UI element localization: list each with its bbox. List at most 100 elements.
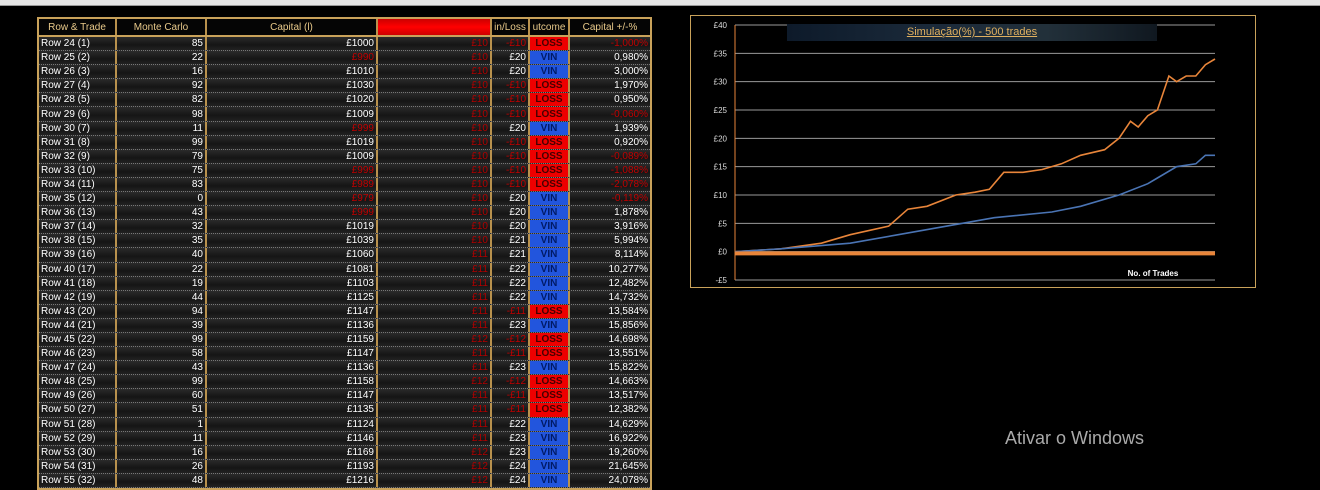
cell-outcome[interactable]: VIN — [530, 290, 570, 304]
cell-stake[interactable]: £10 — [378, 107, 492, 121]
cell-win-loss[interactable]: £22 — [492, 262, 530, 276]
cell-capital[interactable]: £1159 — [207, 332, 378, 347]
cell-capital[interactable]: £1010 — [207, 65, 378, 79]
cell-win-loss[interactable]: -£11 — [492, 403, 530, 417]
cell-win-loss[interactable]: -£10 — [492, 37, 530, 51]
cell-monte-carlo[interactable]: 40 — [117, 248, 207, 262]
cell-monte-carlo[interactable]: 22 — [117, 51, 207, 65]
cell-win-loss[interactable]: £21 — [492, 248, 530, 262]
cell-monte-carlo[interactable]: 48 — [117, 473, 207, 487]
cell-outcome[interactable]: VIN — [530, 206, 570, 220]
cell-capital-pct[interactable]: 21,645% — [570, 460, 650, 473]
cell-stake[interactable]: £10 — [378, 206, 492, 220]
cell-outcome[interactable]: LOSS — [530, 149, 570, 163]
cell-stake[interactable]: £10 — [378, 149, 492, 163]
cell-outcome[interactable]: LOSS — [530, 347, 570, 361]
cell-win-loss[interactable]: £20 — [492, 206, 530, 220]
cell-row-trade[interactable]: Row 41 (18) — [39, 276, 117, 290]
cell-win-loss[interactable]: £23 — [492, 318, 530, 332]
cell-win-loss[interactable]: £22 — [492, 417, 530, 431]
cell-stake[interactable]: £10 — [378, 79, 492, 93]
cell-monte-carlo[interactable]: 83 — [117, 177, 207, 192]
cell-monte-carlo[interactable]: 39 — [117, 318, 207, 332]
cell-outcome[interactable]: VIN — [530, 234, 570, 248]
cell-win-loss[interactable]: £22 — [492, 290, 530, 304]
cell-outcome[interactable]: VIN — [530, 192, 570, 206]
cell-monte-carlo[interactable]: 85 — [117, 37, 207, 51]
cell-row-trade[interactable]: Row 40 (17) — [39, 262, 117, 276]
cell-capital[interactable]: £1216 — [207, 473, 378, 487]
cell-monte-carlo[interactable]: 51 — [117, 403, 207, 417]
cell-capital-pct[interactable]: 14,629% — [570, 418, 650, 431]
cell-capital-pct[interactable]: -2,078% — [570, 178, 650, 191]
cell-win-loss[interactable]: £23 — [492, 361, 530, 375]
chart-title[interactable]: Simulação(%) - 500 trades — [787, 24, 1157, 41]
cell-capital[interactable]: £1136 — [207, 361, 378, 375]
cell-stake[interactable]: £10 — [378, 51, 492, 65]
cell-win-loss[interactable]: £20 — [492, 51, 530, 65]
cell-outcome[interactable]: VIN — [530, 459, 570, 473]
cell-row-trade[interactable]: Row 43 (20) — [39, 304, 117, 318]
cell-capital-pct[interactable]: 14,732% — [570, 291, 650, 304]
cell-monte-carlo[interactable]: 98 — [117, 107, 207, 121]
cell-win-loss[interactable]: -£12 — [492, 332, 530, 347]
cell-win-loss[interactable]: £20 — [492, 121, 530, 135]
cell-win-loss[interactable]: -£10 — [492, 149, 530, 163]
cell-capital[interactable]: £979 — [207, 192, 378, 206]
cell-row-trade[interactable]: Row 32 (9) — [39, 149, 117, 163]
cell-capital[interactable]: £1193 — [207, 459, 378, 473]
cell-capital[interactable]: £1019 — [207, 220, 378, 234]
cell-outcome[interactable]: LOSS — [530, 332, 570, 347]
cell-outcome[interactable]: LOSS — [530, 375, 570, 389]
cell-row-trade[interactable]: Row 24 (1) — [39, 37, 117, 51]
cell-monte-carlo[interactable]: 99 — [117, 375, 207, 389]
cell-outcome[interactable]: VIN — [530, 121, 570, 135]
cell-row-trade[interactable]: Row 31 (8) — [39, 135, 117, 149]
cell-monte-carlo[interactable]: 0 — [117, 192, 207, 206]
cell-outcome[interactable]: VIN — [530, 445, 570, 459]
cell-monte-carlo[interactable]: 60 — [117, 389, 207, 403]
cell-capital[interactable]: £989 — [207, 177, 378, 192]
cell-monte-carlo[interactable]: 19 — [117, 276, 207, 290]
cell-row-trade[interactable]: Row 42 (19) — [39, 290, 117, 304]
cell-monte-carlo[interactable]: 11 — [117, 121, 207, 135]
cell-row-trade[interactable]: Row 52 (29) — [39, 431, 117, 445]
cell-capital[interactable]: £999 — [207, 121, 378, 135]
cell-monte-carlo[interactable]: 22 — [117, 262, 207, 276]
cell-monte-carlo[interactable]: 94 — [117, 304, 207, 318]
cell-stake[interactable]: £12 — [378, 332, 492, 347]
cell-monte-carlo[interactable]: 99 — [117, 332, 207, 347]
cell-monte-carlo[interactable]: 43 — [117, 361, 207, 375]
cell-stake[interactable]: £11 — [378, 431, 492, 445]
cell-capital-pct[interactable]: 3,916% — [570, 220, 650, 233]
cell-stake[interactable]: £11 — [378, 361, 492, 375]
cell-capital[interactable]: £1019 — [207, 135, 378, 149]
cell-win-loss[interactable]: £24 — [492, 473, 530, 487]
cell-row-trade[interactable]: Row 51 (28) — [39, 417, 117, 431]
cell-row-trade[interactable]: Row 34 (11) — [39, 177, 117, 192]
cell-capital-pct[interactable]: 3,000% — [570, 65, 650, 78]
cell-capital-pct[interactable]: 19,260% — [570, 446, 650, 459]
cell-row-trade[interactable]: Row 25 (2) — [39, 51, 117, 65]
header-capital-pct[interactable]: Capital +/-% — [570, 19, 650, 35]
cell-capital[interactable]: £1009 — [207, 149, 378, 163]
cell-capital-pct[interactable]: -1,088% — [570, 164, 650, 177]
cell-row-trade[interactable]: Row 37 (14) — [39, 220, 117, 234]
cell-capital-pct[interactable]: 1,970% — [570, 79, 650, 92]
cell-capital-pct[interactable]: 1,939% — [570, 122, 650, 135]
cell-capital[interactable]: £1169 — [207, 445, 378, 459]
cell-capital[interactable]: £1009 — [207, 107, 378, 121]
cell-capital[interactable]: £1124 — [207, 417, 378, 431]
cell-capital-pct[interactable]: 13,517% — [570, 389, 650, 402]
cell-stake[interactable]: £11 — [378, 304, 492, 318]
cell-capital-pct[interactable]: 12,382% — [570, 403, 650, 416]
header-outcome[interactable]: utcome — [530, 19, 570, 35]
cell-monte-carlo[interactable]: 26 — [117, 459, 207, 473]
cell-stake[interactable]: £11 — [378, 318, 492, 332]
cell-stake[interactable]: £10 — [378, 93, 492, 107]
header-monte-carlo[interactable]: Monte Carlo — [117, 19, 207, 35]
cell-stake[interactable]: £10 — [378, 234, 492, 248]
cell-win-loss[interactable]: -£11 — [492, 304, 530, 318]
cell-outcome[interactable]: LOSS — [530, 93, 570, 107]
cell-monte-carlo[interactable]: 75 — [117, 163, 207, 177]
